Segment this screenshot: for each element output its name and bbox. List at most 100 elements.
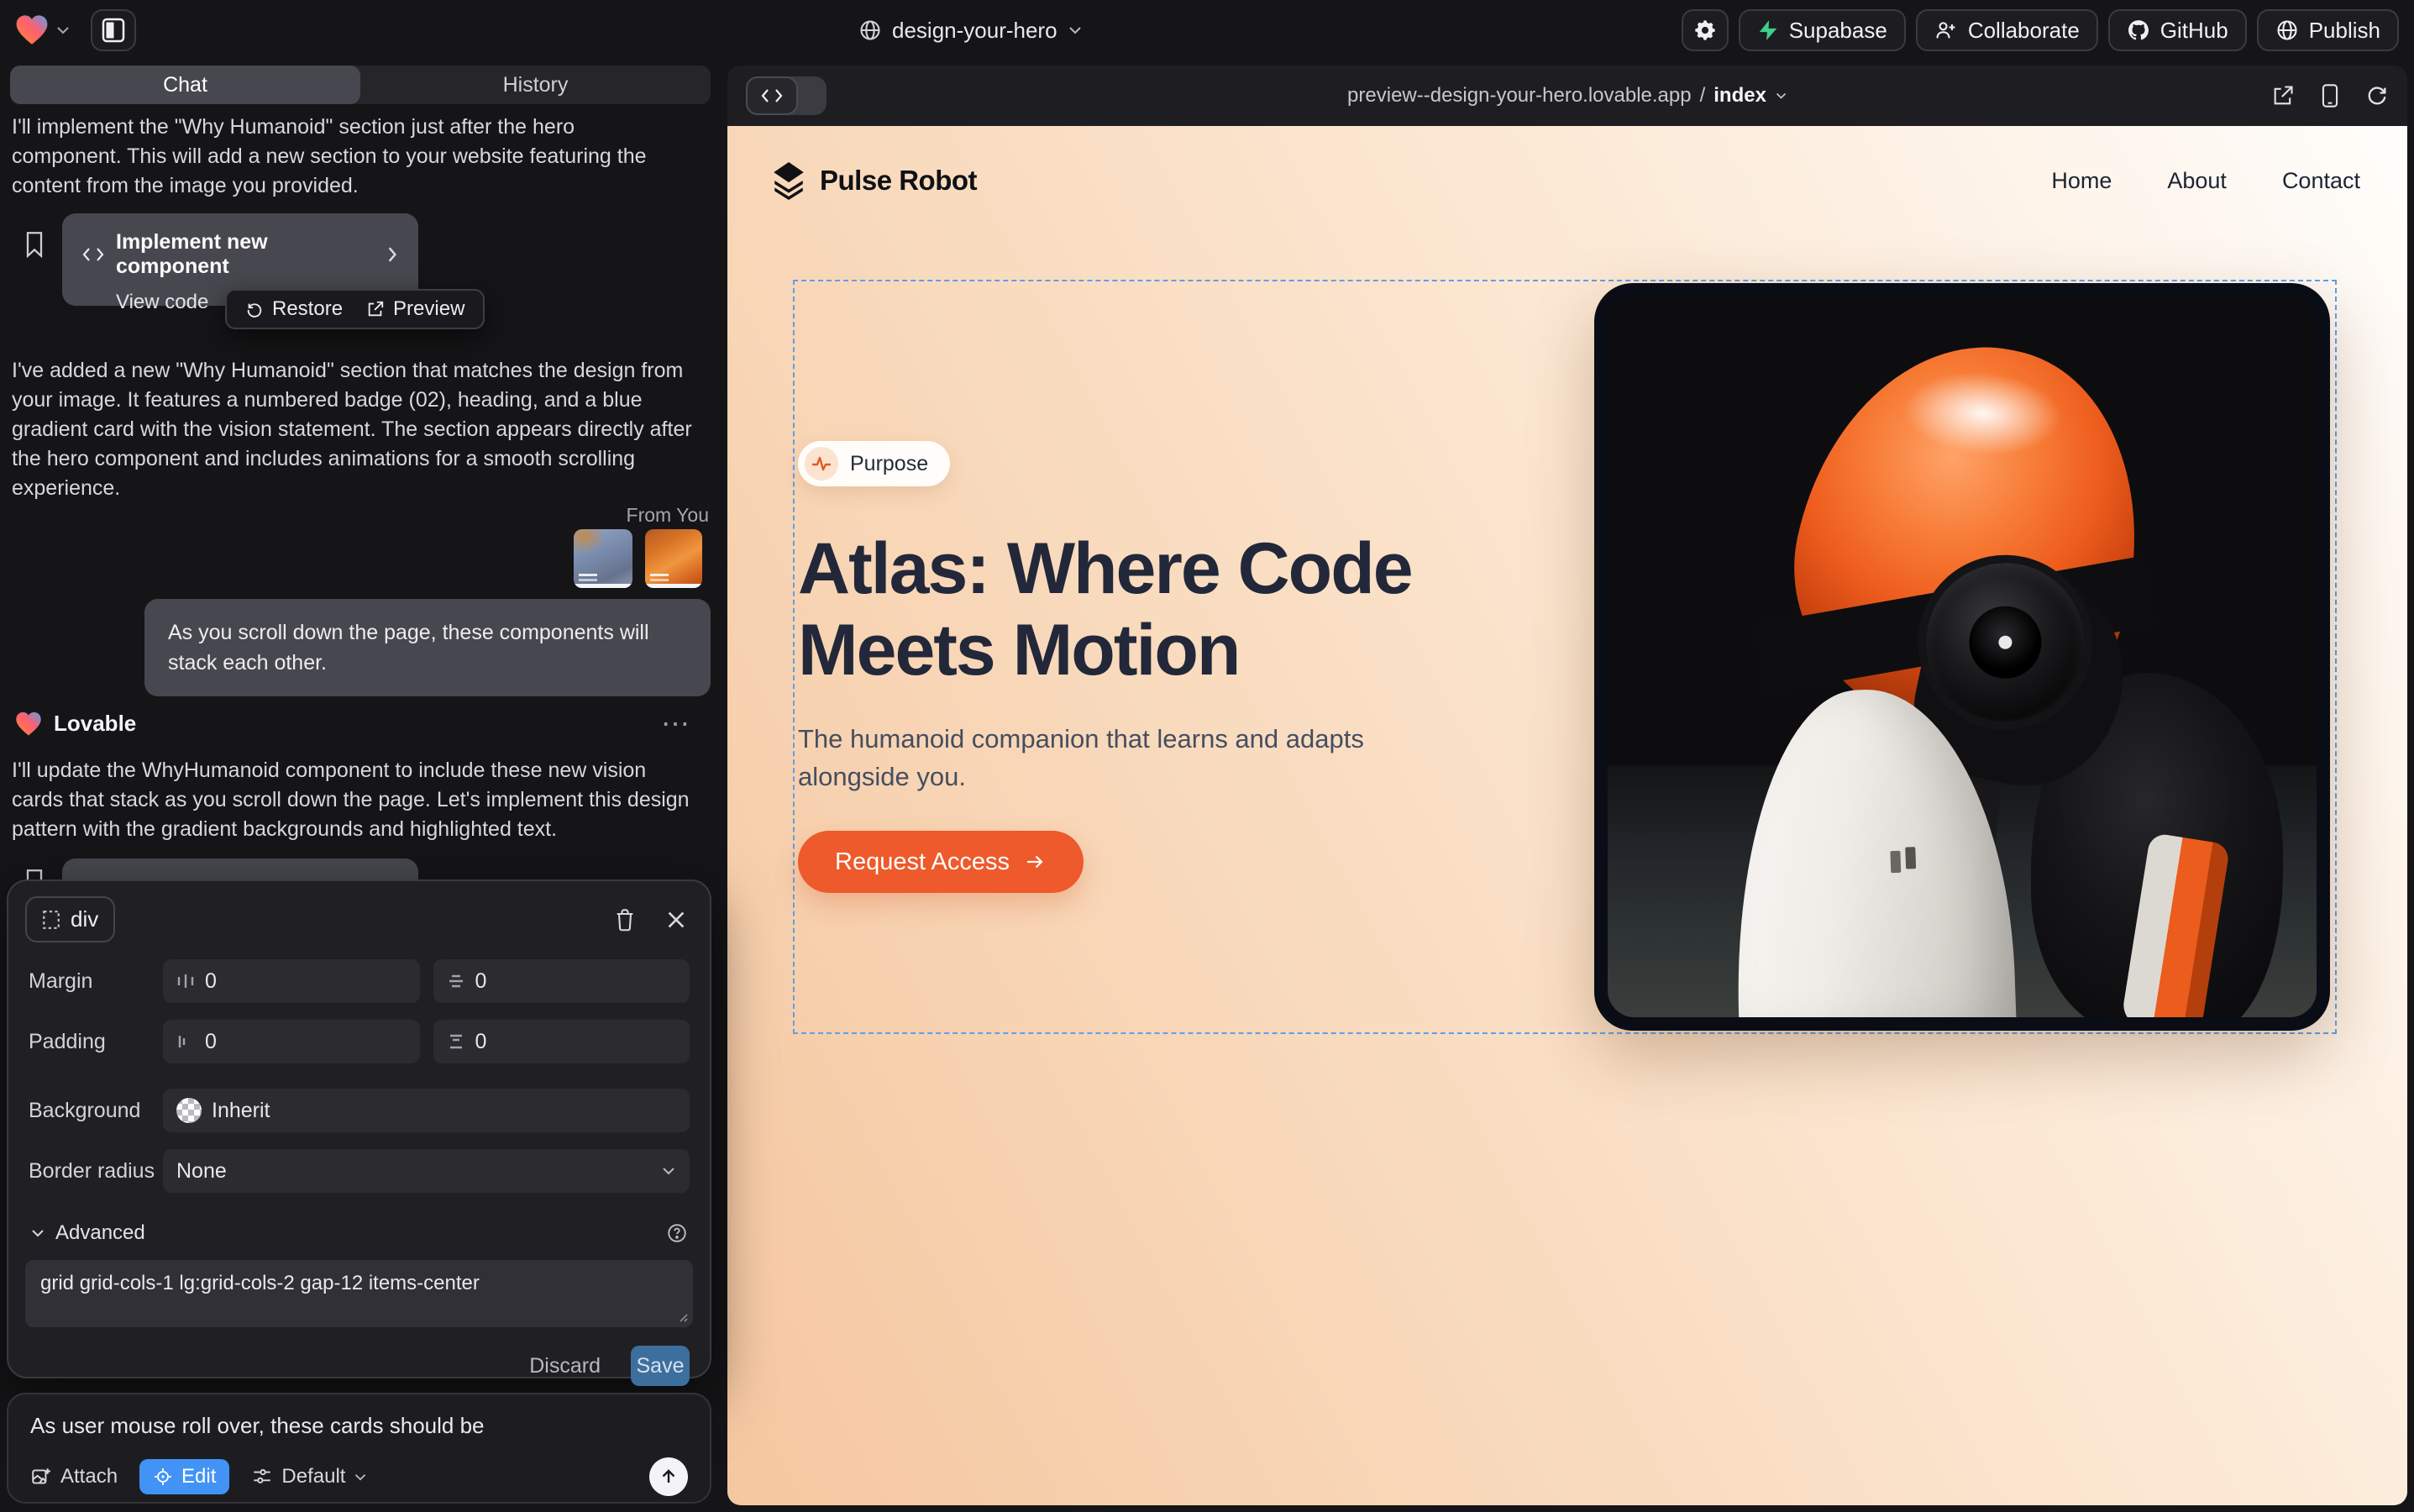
attach-button[interactable]: Attach: [30, 1465, 118, 1488]
component-change-title: Implement new component: [116, 230, 375, 279]
padding-y-value: 0: [475, 1030, 487, 1054]
publish-button[interactable]: Publish: [2257, 9, 2399, 51]
lovable-heart-icon: [15, 711, 42, 737]
attachment-thumbnail-2[interactable]: [645, 529, 702, 588]
pulse-icon: [805, 447, 838, 480]
preview-url-bar[interactable]: preview--design-your-hero.lovable.app / …: [1347, 66, 1787, 126]
bookmark-icon[interactable]: [24, 231, 45, 258]
padding-y-input[interactable]: 0: [433, 1020, 690, 1063]
chevron-down-icon: [1068, 25, 1083, 35]
margin-x-input[interactable]: 0: [163, 959, 420, 1003]
collaborate-button[interactable]: Collaborate: [1916, 9, 2098, 51]
message-input[interactable]: As user mouse roll over, these cards sho…: [30, 1413, 688, 1439]
restore-button[interactable]: Restore: [245, 297, 343, 321]
close-icon[interactable]: [666, 910, 686, 930]
background-row: Background Inherit: [25, 1089, 693, 1132]
trash-icon[interactable]: [614, 908, 636, 932]
save-button[interactable]: Save: [631, 1346, 690, 1386]
collaborate-label: Collaborate: [1968, 18, 2080, 44]
restore-label: Restore: [272, 297, 343, 321]
discard-button[interactable]: Discard: [529, 1354, 601, 1378]
robot-image: [1608, 297, 2317, 1017]
background-label: Background: [29, 1099, 163, 1123]
lovable-menu-button[interactable]: [15, 14, 71, 46]
tab-chat[interactable]: Chat: [10, 66, 360, 104]
padding-x-value: 0: [205, 1030, 217, 1054]
advanced-label: Advanced: [55, 1221, 145, 1245]
assistant-name: Lovable: [54, 711, 136, 737]
preview-button[interactable]: Preview: [366, 297, 464, 321]
topbar-actions: Supabase Collaborate GitHub Publish: [1682, 9, 2399, 51]
chevron-right-icon: [386, 246, 398, 263]
site-brand[interactable]: Pulse Robot: [771, 161, 977, 200]
refresh-icon[interactable]: [2365, 84, 2389, 108]
margin-y-value: 0: [475, 969, 487, 994]
margin-label: Margin: [29, 969, 163, 994]
app-window: design-your-hero Supabase Co: [0, 0, 2414, 1512]
preview-header-actions: [2271, 83, 2389, 108]
target-icon: [153, 1467, 173, 1487]
help-icon[interactable]: [666, 1222, 688, 1244]
topbar: design-your-hero Supabase Co: [0, 0, 2414, 60]
margin-y-input[interactable]: 0: [433, 959, 690, 1003]
github-button[interactable]: GitHub: [2108, 9, 2247, 51]
preview-header: preview--design-your-hero.lovable.app / …: [727, 66, 2407, 126]
open-in-new-tab-icon[interactable]: [2271, 84, 2295, 108]
supabase-label: Supabase: [1789, 18, 1887, 44]
hero-subheading: The humanoid companion that learns and a…: [798, 720, 1436, 795]
purpose-badge-label: Purpose: [850, 452, 928, 476]
mode-label: Default: [281, 1465, 345, 1488]
assistant-message: I've added a new "Why Humanoid" section …: [12, 356, 694, 503]
site-nav-links: Home About Contact: [2051, 168, 2360, 194]
nav-link-home[interactable]: Home: [2051, 168, 2112, 194]
resize-handle[interactable]: [676, 1310, 688, 1322]
border-radius-select[interactable]: None: [163, 1149, 690, 1193]
transparency-swatch-icon: [176, 1098, 202, 1123]
inspector-header: div: [25, 896, 693, 942]
nav-link-contact[interactable]: Contact: [2282, 168, 2360, 194]
settings-button[interactable]: [1682, 9, 1729, 51]
background-value: Inherit: [212, 1099, 270, 1123]
site-viewport: Pulse Robot Home About Contact Purpose: [727, 126, 2407, 1505]
inspector-footer: Discard Save: [25, 1346, 693, 1386]
pulse-robot-logo-icon: [771, 161, 806, 200]
supabase-button[interactable]: Supabase: [1739, 9, 1906, 51]
chat-history-tabs: Chat History: [10, 66, 711, 104]
selected-element-chip[interactable]: div: [25, 896, 115, 942]
padding-x-input[interactable]: 0: [163, 1020, 420, 1063]
user-plus-icon: [1934, 18, 1958, 42]
globe-icon: [2275, 18, 2299, 42]
edit-mode-button[interactable]: Edit: [139, 1459, 229, 1494]
publish-label: Publish: [2309, 18, 2380, 44]
model-selector[interactable]: Default: [251, 1465, 367, 1488]
margin-row: Margin 0 0: [25, 959, 693, 1003]
nav-link-about[interactable]: About: [2167, 168, 2227, 194]
arrow-right-icon: [1023, 852, 1047, 872]
chevron-down-icon: [354, 1473, 367, 1482]
restore-preview-popover: Restore Preview: [225, 289, 485, 329]
assistant-message: I'll implement the "Why Humanoid" sectio…: [12, 113, 684, 201]
advanced-toggle[interactable]: Advanced: [25, 1221, 693, 1245]
github-icon: [2127, 18, 2150, 42]
site-navbar: Pulse Robot Home About Contact: [771, 161, 2360, 200]
project-name: design-your-hero: [892, 18, 1057, 44]
code-icon: [82, 245, 104, 264]
mobile-view-icon[interactable]: [2320, 83, 2340, 108]
background-input[interactable]: Inherit: [163, 1089, 690, 1132]
advanced-classes-textarea[interactable]: grid grid-cols-1 lg:grid-cols-2 gap-12 i…: [25, 1260, 693, 1327]
padding-label: Padding: [29, 1030, 163, 1054]
message-menu-button[interactable]: ⋯: [661, 707, 692, 741]
request-access-button[interactable]: Request Access: [798, 831, 1084, 893]
url-separator: /: [1700, 84, 1706, 108]
hero-section: Purpose Atlas: Where Code Meets Motion T…: [798, 441, 1554, 893]
tab-history[interactable]: History: [360, 66, 711, 104]
preview-frame: preview--design-your-hero.lovable.app / …: [727, 66, 2407, 1505]
border-radius-label: Border radius: [29, 1159, 163, 1184]
project-switcher[interactable]: design-your-hero: [858, 0, 1083, 60]
github-label: GitHub: [2160, 18, 2228, 44]
sidebar-toggle-button[interactable]: [91, 9, 136, 51]
dashed-box-icon: [42, 910, 60, 930]
attachment-thumbnail-1[interactable]: [574, 529, 632, 588]
send-button[interactable]: [649, 1457, 688, 1496]
code-preview-toggle[interactable]: [746, 76, 827, 115]
